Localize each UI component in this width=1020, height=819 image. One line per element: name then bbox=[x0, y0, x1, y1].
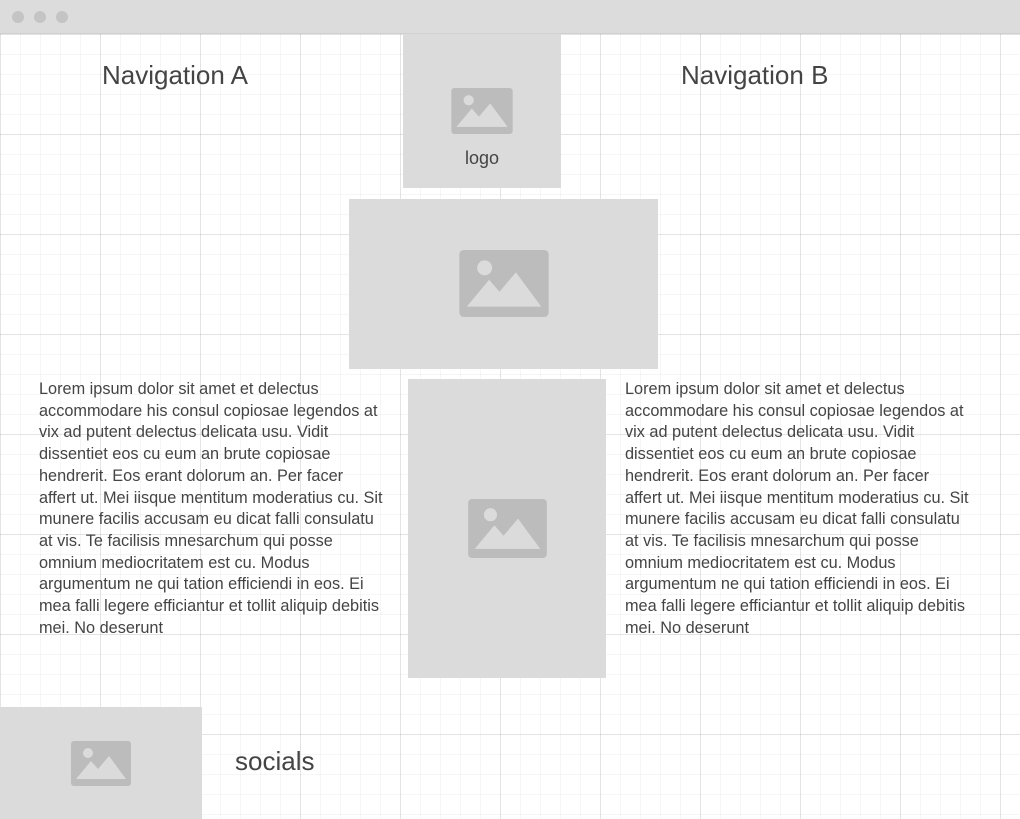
navigation-a[interactable]: Navigation A bbox=[102, 60, 248, 91]
logo-label: logo bbox=[464, 148, 500, 168]
hero-image-placeholder bbox=[349, 199, 658, 369]
center-image-placeholder bbox=[408, 379, 606, 678]
left-text-block: Lorem ipsum dolor sit amet et delectus a… bbox=[39, 380, 383, 637]
image-placeholder-icon bbox=[71, 741, 131, 786]
logo-placeholder[interactable]: logo bbox=[403, 34, 561, 188]
image-placeholder-icon bbox=[451, 88, 513, 134]
socials-label[interactable]: socials bbox=[235, 746, 314, 777]
image-placeholder-icon bbox=[459, 250, 549, 317]
navigation-b[interactable]: Navigation B bbox=[681, 60, 828, 91]
image-placeholder-icon bbox=[468, 499, 547, 558]
window-titlebar bbox=[0, 0, 1020, 34]
window-maximize-dot[interactable] bbox=[56, 11, 68, 23]
window-minimize-dot[interactable] bbox=[34, 11, 46, 23]
socials-image-placeholder[interactable] bbox=[0, 707, 202, 819]
right-text-block: Lorem ipsum dolor sit amet et delectus a… bbox=[625, 380, 969, 637]
window-close-dot[interactable] bbox=[12, 11, 24, 23]
